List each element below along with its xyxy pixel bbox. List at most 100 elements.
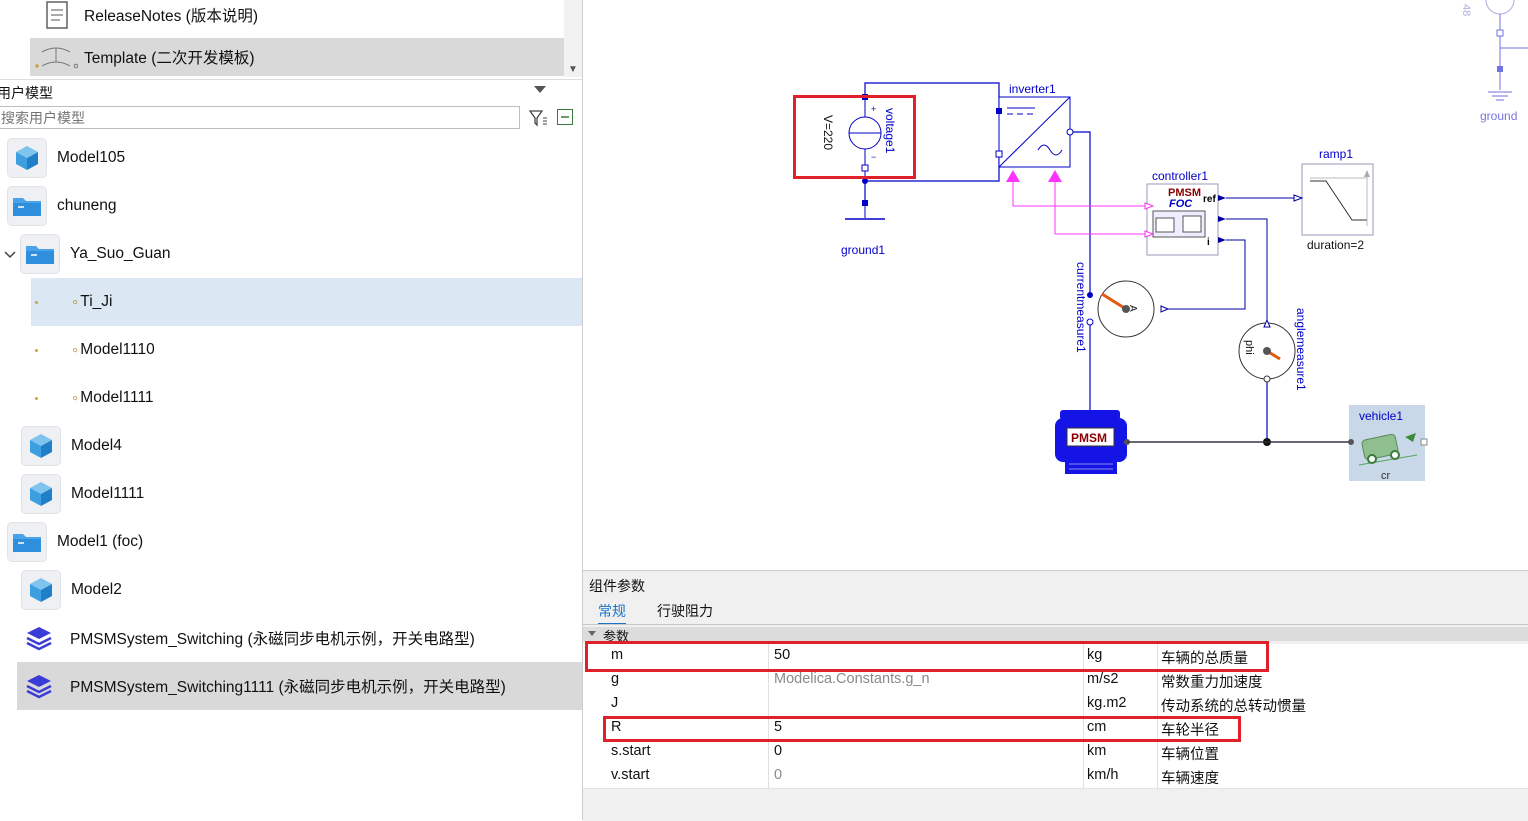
param-row-s-start: s.start 0 km 车辆位置: [583, 740, 1528, 765]
panel-title: 用户模型: [0, 85, 53, 101]
tree-item-pmsm-switching1111[interactable]: PMSMSystem_Switching1111 (永磁同步电机示例，开关电路型…: [17, 662, 582, 710]
library-scrollbar[interactable]: ▼: [564, 0, 582, 77]
controller-line2: FOC: [1169, 198, 1193, 210]
controller-label: controller1: [1152, 169, 1208, 183]
folder-icon: [7, 522, 47, 562]
library-item-label: ReleaseNotes (版本说明): [84, 8, 258, 25]
library-item-label: Template (二次开发模板): [84, 50, 255, 67]
dot-icon: ⸰: [72, 344, 79, 357]
tree-item-model1111-sub[interactable]: ⸰ Model1111: [31, 374, 582, 422]
tree-item-label: Model105: [57, 149, 126, 166]
tree-item-model1111[interactable]: Model1111: [21, 470, 582, 518]
partial-number-label: 48: [1460, 4, 1472, 16]
tree-item-label: PMSMSystem_Switching (永磁同步电机示例，开关电路型): [70, 631, 475, 648]
search-input[interactable]: [0, 106, 520, 129]
filter-icon[interactable]: [528, 108, 548, 128]
highlight-box-mass: [585, 641, 1269, 672]
param-desc: 传动系统的总转动惯量: [1161, 699, 1306, 715]
param-name: g: [611, 671, 620, 687]
tree-item-ti-ji[interactable]: ⸰ Ti_Ji: [31, 278, 582, 326]
component-properties-panel: 组件参数 常规 行驶阻力 参数 m 50 kg 车辆的总质量 g Modelic…: [583, 570, 1528, 821]
ground1-label: ground1: [841, 243, 885, 257]
scroll-down-icon[interactable]: ▼: [568, 64, 578, 75]
tree-item-label: Model1 (foc): [57, 533, 144, 550]
tree-item-label: Model4: [71, 437, 122, 454]
tree-item-model1-foc[interactable]: Model1 (foc): [0, 518, 582, 566]
inverter-label: inverter1: [1009, 82, 1056, 96]
tree-item-model4[interactable]: Model4: [21, 422, 582, 470]
vehicle-component[interactable]: vehicle1 cr: [1348, 405, 1428, 482]
collapse-all-icon[interactable]: [556, 108, 574, 126]
library-item-template[interactable]: Template (二次开发模板): [30, 38, 564, 76]
tree-item-label: Model1110: [80, 341, 155, 358]
ground-top-label: ground: [1480, 109, 1517, 123]
cube-icon: [21, 426, 61, 466]
model-browser-panel: ReleaseNotes (版本说明) Template (二次开发模板) ▼ …: [0, 0, 583, 820]
angle-sensor-component[interactable]: phi anglemeasure1: [1238, 308, 1308, 391]
param-unit: kg.m2: [1087, 695, 1127, 711]
vehicle-label: vehicle1: [1359, 409, 1403, 423]
param-desc: 车辆位置: [1161, 747, 1219, 763]
ramp-component[interactable]: ramp1 duration=2: [1293, 147, 1374, 252]
param-row-j: J kg.m2 传动系统的总转动惯量: [583, 692, 1528, 717]
template-icon: [34, 42, 79, 72]
port-ref-label: ref: [1203, 194, 1216, 205]
tab-general[interactable]: 常规: [598, 601, 626, 625]
cube-icon: [21, 474, 61, 514]
param-value[interactable]: 0: [774, 743, 782, 759]
port-i-label: i: [1207, 237, 1210, 248]
chevron-down-icon[interactable]: [588, 631, 596, 636]
dot-icon: ⸰: [72, 296, 79, 309]
inverter-component[interactable]: inverter1: [995, 82, 1074, 182]
tree-item-model2[interactable]: Model2: [21, 566, 582, 614]
tree-item-model1110[interactable]: ⸰ Model1110: [31, 326, 582, 374]
layers-icon: [17, 618, 61, 658]
tree-item-label: PMSMSystem_Switching1111 (永磁同步电机示例，开关电路型…: [70, 679, 506, 696]
param-unit: km: [1087, 743, 1107, 759]
tree-item-label: Model1111: [80, 389, 154, 406]
chevron-down-icon[interactable]: [534, 86, 546, 93]
param-name: J: [611, 695, 619, 711]
angle-symbol: phi: [1243, 340, 1255, 355]
tree-item-label: Model2: [71, 581, 122, 598]
ground-component-top[interactable]: 48 ground: [1460, 0, 1528, 123]
library-list: ReleaseNotes (版本说明) Template (二次开发模板) ▼: [0, 0, 582, 77]
highlight-box-radius: [603, 716, 1241, 742]
layers-icon: [17, 666, 61, 706]
param-row-v-start: v.start 0 km/h 车辆速度: [583, 764, 1528, 789]
diagram-canvas[interactable]: 48 ground + − voltage1 V=220 ground1 inv…: [583, 0, 1528, 570]
folder-icon: [20, 234, 60, 274]
dot-icon: [35, 300, 38, 304]
motor-label: PMSM: [1071, 431, 1107, 445]
param-value[interactable]: 0: [774, 767, 782, 783]
tree-item-chuneng[interactable]: chuneng: [0, 182, 582, 230]
current-symbol: A: [1127, 305, 1138, 312]
tree-item-pmsm-switching[interactable]: PMSMSystem_Switching (永磁同步电机示例，开关电路型): [17, 614, 582, 662]
cube-icon: [21, 570, 61, 610]
pmsm-motor-component[interactable]: PMSM: [1055, 410, 1130, 474]
param-desc: 车辆速度: [1161, 771, 1219, 787]
param-unit: m/s2: [1087, 671, 1119, 687]
expand-chevron-icon[interactable]: [0, 230, 20, 278]
ramp-label: ramp1: [1319, 147, 1353, 161]
ground1-component[interactable]: ground1: [841, 200, 885, 257]
controller-component[interactable]: PMSM FOC ref i controller1: [1144, 169, 1219, 256]
tab-driving-resistance[interactable]: 行驶阻力: [657, 601, 713, 623]
tree-item-model105[interactable]: Model105: [0, 134, 582, 182]
tab-divider: [583, 624, 1528, 625]
param-value[interactable]: Modelica.Constants.g_n: [774, 671, 930, 687]
dot-icon: [35, 396, 38, 400]
tree-item-label: Ya_Suo_Guan: [70, 245, 171, 262]
cube-icon: [7, 138, 47, 178]
tree-item-label: chuneng: [57, 197, 117, 214]
tree-item-label: Model1111: [71, 485, 145, 502]
tree-item-ya-suo-guan[interactable]: Ya_Suo_Guan: [0, 230, 582, 278]
param-desc: 常数重力加速度: [1161, 675, 1263, 691]
library-item-releasenotes[interactable]: ReleaseNotes (版本说明): [30, 0, 564, 34]
tree-item-label: Ti_Ji: [80, 293, 113, 310]
param-name: v.start: [611, 767, 650, 783]
properties-title: 组件参数: [589, 578, 645, 594]
param-group-header[interactable]: 参数: [583, 627, 1528, 644]
current-measure-label: currentmeasure1: [1074, 262, 1088, 353]
current-sensor-component[interactable]: A currentmeasure1: [1074, 262, 1170, 353]
